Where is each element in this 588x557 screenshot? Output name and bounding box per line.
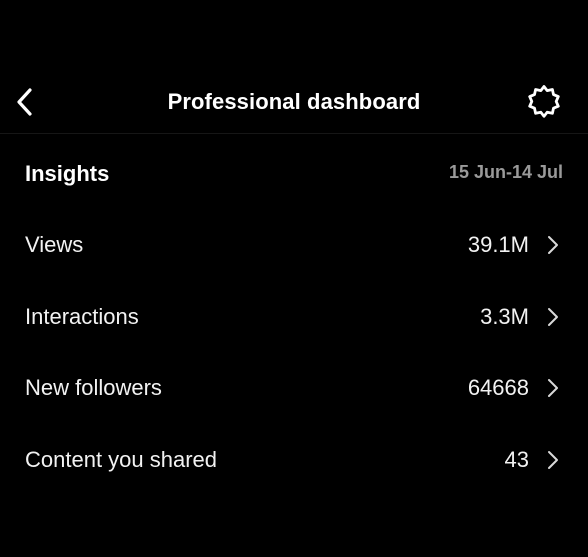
insights-title: Insights xyxy=(25,161,110,186)
metric-row-views[interactable]: Views 39.1M xyxy=(0,210,588,282)
gear-icon xyxy=(528,85,560,118)
chevron-right-icon xyxy=(548,379,558,397)
date-range[interactable]: 15 Jun-14 Jul xyxy=(449,157,563,187)
metric-value: 43 xyxy=(504,446,529,472)
metric-row-new-followers[interactable]: New followers 64668 xyxy=(0,353,588,425)
metric-row-interactions[interactable]: Interactions 3.3M xyxy=(0,282,588,354)
metric-row-content-shared[interactable]: Content you shared 43 xyxy=(0,425,588,497)
page-title: Professional dashboard xyxy=(167,89,421,114)
metric-value: 3.3M xyxy=(480,303,529,329)
metric-value: 39.1M xyxy=(467,232,529,257)
settings-button[interactable] xyxy=(520,80,568,124)
metric-label: Views xyxy=(25,232,84,257)
chevron-right-icon xyxy=(548,450,558,469)
chevron-right-icon xyxy=(548,307,558,326)
metric-label: Content you shared xyxy=(25,446,218,472)
top-nav-bar: Professional dashboard xyxy=(0,0,588,134)
metric-value: 64668 xyxy=(467,375,529,400)
insights-header: Insights 15 Jun-14 Jul xyxy=(25,157,563,191)
metric-label: New followers xyxy=(25,375,162,400)
metric-label: Interactions xyxy=(25,303,139,329)
chevron-right-icon xyxy=(548,236,558,254)
insights-metric-list: Views 39.1M Interactions 3.3M New follow… xyxy=(0,210,588,496)
